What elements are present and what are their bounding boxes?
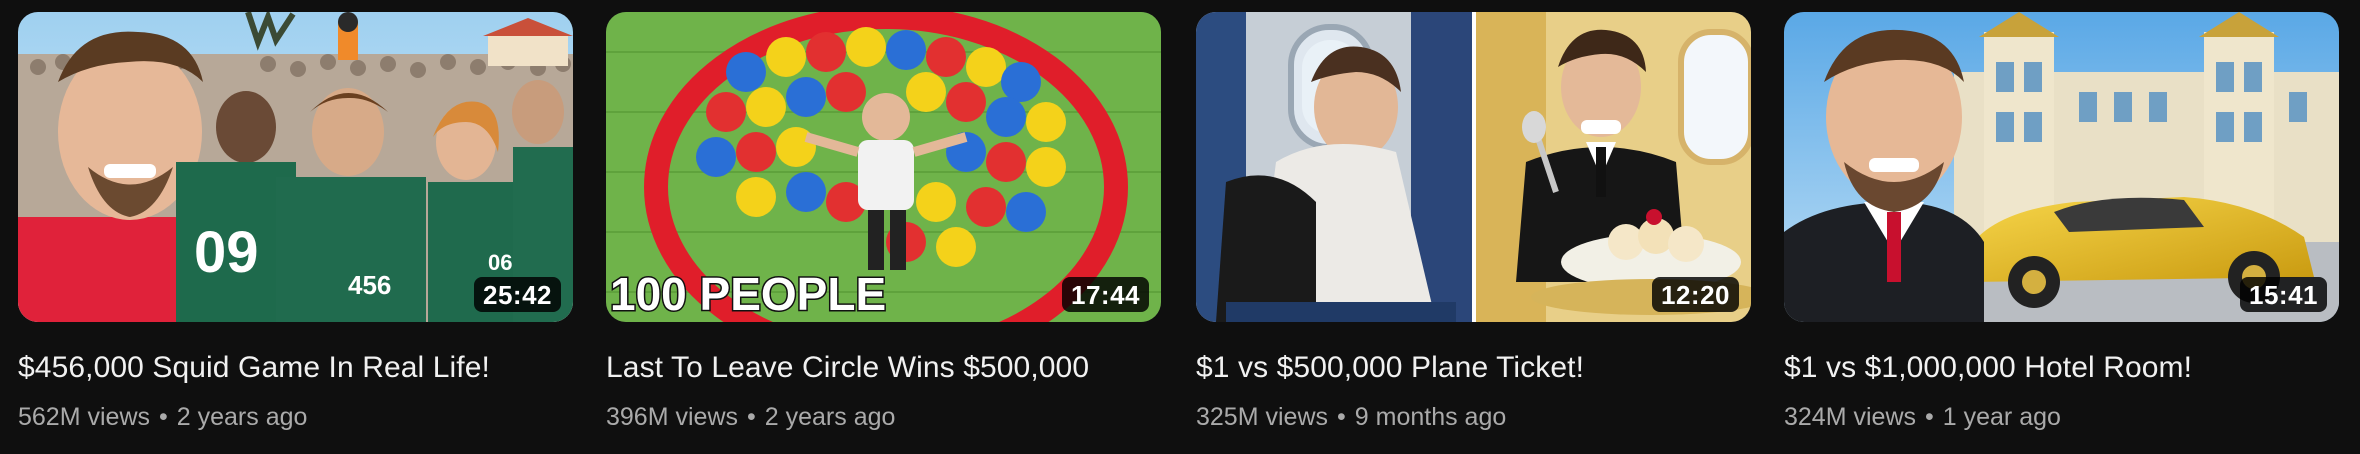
meta-separator: • xyxy=(159,403,168,431)
thumbnail-number-456: 456 xyxy=(348,270,391,300)
video-card-hotel-room[interactable]: 15:41 $1 vs $1,000,000 Hotel Room! 324M … xyxy=(1784,12,2339,433)
video-thumbnail[interactable]: 100 PEOPLE 17:44 xyxy=(606,12,1161,322)
video-card-squid-game[interactable]: 09 456 067 25:42 $456,000 Squid Game In … xyxy=(18,12,573,433)
video-thumbnail[interactable]: 15:41 xyxy=(1784,12,2339,322)
duration-badge: 25:42 xyxy=(474,277,561,312)
thumbnail-caption: 100 PEOPLE xyxy=(610,268,886,320)
video-title[interactable]: $456,000 Squid Game In Real Life! xyxy=(18,349,573,387)
thumbnail-image-circle: 100 PEOPLE xyxy=(606,12,1161,322)
video-card-last-to-leave-circle[interactable]: 100 PEOPLE 17:44 Last To Leave Circle Wi… xyxy=(606,12,1161,433)
duration-badge: 12:20 xyxy=(1652,277,1739,312)
thumbnail-image-squid-game: 09 456 067 xyxy=(18,12,573,322)
duration-badge: 15:41 xyxy=(2240,277,2327,312)
view-count: 396M views xyxy=(606,403,738,431)
video-meta: 562M views • 2 years ago xyxy=(18,401,573,433)
upload-age: 1 year ago xyxy=(1942,403,2061,431)
video-title[interactable]: Last To Leave Circle Wins $500,000 xyxy=(606,349,1161,387)
meta-separator: • xyxy=(1337,403,1346,431)
video-shelf: 09 456 067 25:42 $456,000 Squid Game In … xyxy=(0,0,2360,454)
thumbnail-image-hotel xyxy=(1784,12,2339,322)
thumbnail-image-plane xyxy=(1196,12,1751,322)
video-meta: 324M views • 1 year ago xyxy=(1784,401,2339,433)
video-title[interactable]: $1 vs $1,000,000 Hotel Room! xyxy=(1784,349,2339,387)
video-thumbnail[interactable]: 12:20 xyxy=(1196,12,1751,322)
meta-separator: • xyxy=(1925,403,1934,431)
upload-age: 2 years ago xyxy=(176,403,308,431)
video-title[interactable]: $1 vs $500,000 Plane Ticket! xyxy=(1196,349,1751,387)
upload-age: 9 months ago xyxy=(1354,403,1507,431)
video-card-plane-ticket[interactable]: 12:20 $1 vs $500,000 Plane Ticket! 325M … xyxy=(1196,12,1751,433)
meta-separator: • xyxy=(747,403,756,431)
thumbnail-number-09: 09 xyxy=(194,220,259,285)
duration-badge: 17:44 xyxy=(1062,277,1149,312)
upload-age: 2 years ago xyxy=(764,403,896,431)
video-meta: 396M views • 2 years ago xyxy=(606,401,1161,433)
video-meta: 325M views • 9 months ago xyxy=(1196,401,1751,433)
video-thumbnail[interactable]: 09 456 067 25:42 xyxy=(18,12,573,322)
view-count: 324M views xyxy=(1784,403,1916,431)
view-count: 562M views xyxy=(18,403,150,431)
view-count: 325M views xyxy=(1196,403,1328,431)
